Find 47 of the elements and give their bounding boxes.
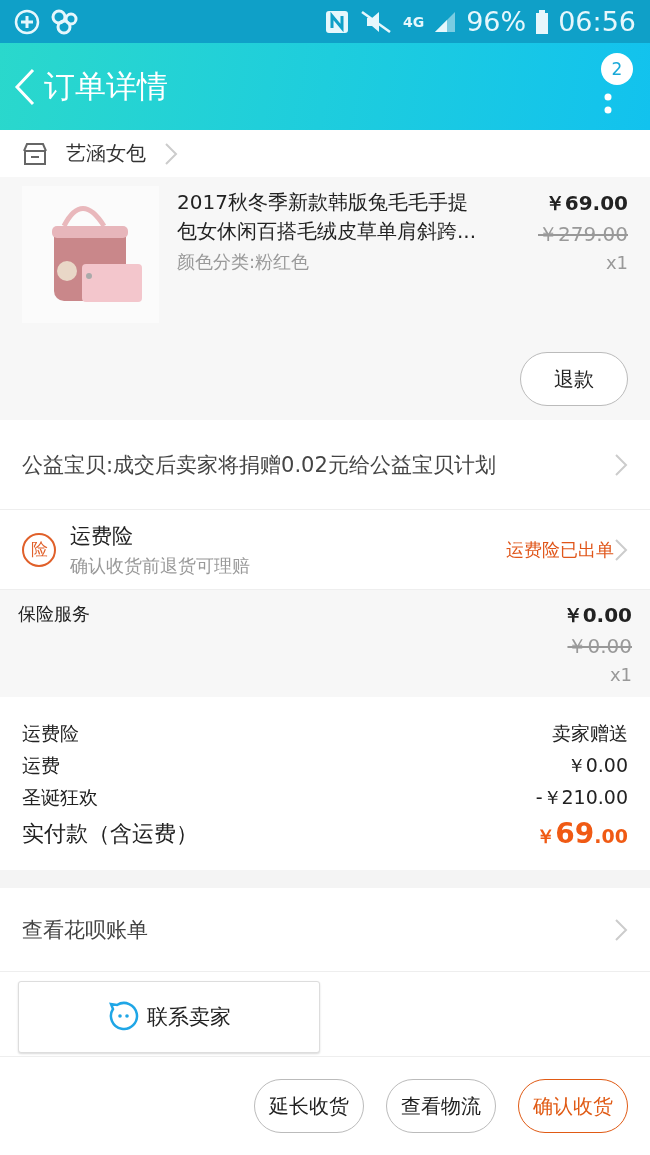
quantity: x1	[605, 252, 628, 273]
total-label: 实付款（含运费）	[22, 819, 198, 848]
page-title: 订单详情	[44, 66, 168, 106]
service-price: ￥0.00	[562, 602, 632, 629]
chevron-right-icon	[614, 452, 628, 477]
quantity: x1	[609, 664, 632, 685]
chevron-right-icon	[164, 141, 178, 166]
action-button[interactable]: 延长收货	[254, 1079, 364, 1133]
original-price: ￥279.00	[538, 221, 628, 248]
plus-circle-icon	[14, 8, 40, 35]
service-label: 保险服务	[18, 602, 90, 626]
back-icon[interactable]	[14, 67, 36, 106]
chevron-right-icon	[614, 537, 628, 562]
refund-button[interactable]: 退款	[520, 352, 628, 406]
more-icon[interactable]	[604, 93, 612, 115]
notification-badge: 2	[601, 53, 633, 85]
summary-value: -￥210.00	[535, 785, 628, 810]
product-title[interactable]: 2017秋冬季新款韩版兔毛毛手提包女休闲百搭毛绒皮草单肩斜跨...	[177, 188, 477, 246]
app-icon	[50, 8, 78, 35]
huabei-bill-link[interactable]: 查看花呗账单	[22, 915, 614, 944]
original-price: ￥0.00	[567, 633, 632, 660]
insurance-title: 运费险	[70, 522, 134, 550]
clock: 06:56	[558, 6, 636, 37]
insurance-badge: 险	[22, 532, 56, 567]
summary-label: 运费	[22, 753, 60, 778]
summary-label: 圣诞狂欢	[22, 785, 98, 810]
product-price: ￥69.00	[544, 190, 628, 217]
battery-percent: 96%	[466, 6, 527, 37]
network-type: 4G	[402, 13, 425, 30]
insurance-status[interactable]: 运费险已出单	[506, 537, 614, 562]
nfc-icon	[324, 9, 349, 34]
contact-seller-button[interactable]: 联系卖家	[18, 981, 320, 1053]
battery-icon	[536, 9, 549, 34]
charity-text: 公益宝贝:成交后卖家将捐赠0.02元给公益宝贝计划	[22, 451, 497, 479]
chevron-right-icon	[614, 917, 628, 942]
chat-face-icon	[107, 1001, 139, 1033]
summary-value: ￥0.00	[566, 753, 628, 778]
action-button[interactable]: 确认收货	[518, 1079, 628, 1133]
signal-icon	[434, 10, 457, 33]
summary-label: 运费险	[22, 721, 79, 746]
insurance-subtitle: 确认收货前退货可理赔	[70, 553, 251, 578]
total-amount: ￥69.00	[536, 817, 628, 850]
shop-name[interactable]: 艺涵女包	[66, 140, 146, 167]
product-variant: 颜色分类:粉红色	[177, 250, 311, 274]
shop-icon	[22, 142, 48, 165]
action-button[interactable]: 查看物流	[386, 1079, 496, 1133]
summary-value: 卖家赠送	[552, 721, 628, 746]
